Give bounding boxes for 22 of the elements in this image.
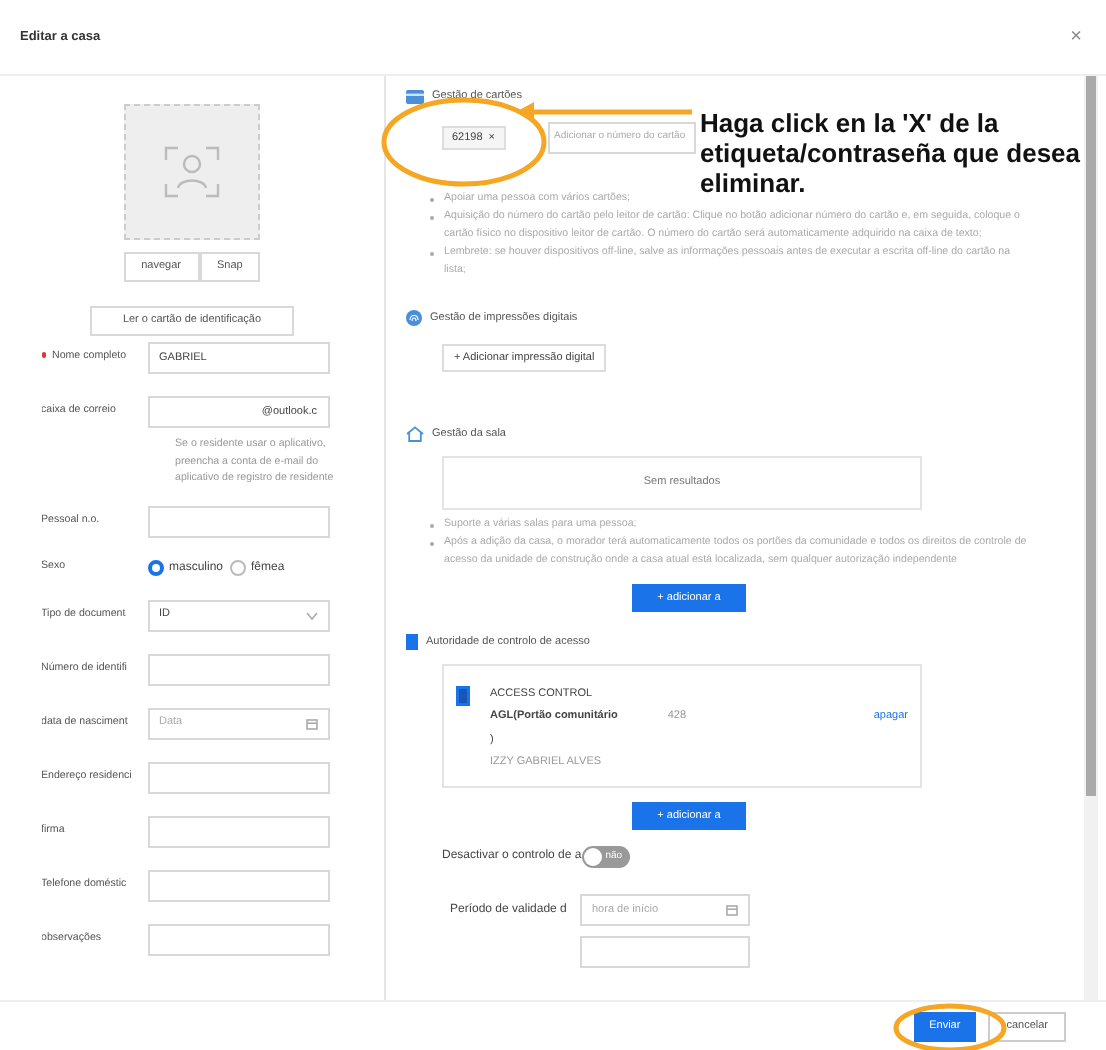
scrollbar[interactable] <box>1084 76 1098 1000</box>
person-icon <box>162 144 222 200</box>
door-icon <box>456 686 470 706</box>
card-icon <box>406 89 424 103</box>
date-field[interactable] <box>580 936 750 968</box>
radio-button[interactable] <box>147 560 163 576</box>
house-icon <box>406 426 424 442</box>
input-field[interactable] <box>147 815 329 847</box>
scrollbar-thumb[interactable] <box>1086 76 1096 796</box>
calendar-icon <box>305 717 317 729</box>
input-field[interactable] <box>147 653 329 685</box>
chevron-down-icon <box>305 611 317 619</box>
input-field[interactable] <box>147 869 329 901</box>
close-button[interactable]: × <box>1070 27 1082 47</box>
input-field[interactable] <box>147 505 329 537</box>
input-field[interactable] <box>147 923 329 955</box>
annotation-text: Haga click en la 'X' de la etiqueta/contraseña que desea eliminar. <box>700 108 1080 198</box>
calendar-icon <box>726 904 738 916</box>
fingerprint-icon <box>406 310 422 326</box>
radio-button[interactable] <box>229 560 246 576</box>
input-field[interactable] <box>147 761 329 793</box>
door-icon <box>406 634 418 650</box>
